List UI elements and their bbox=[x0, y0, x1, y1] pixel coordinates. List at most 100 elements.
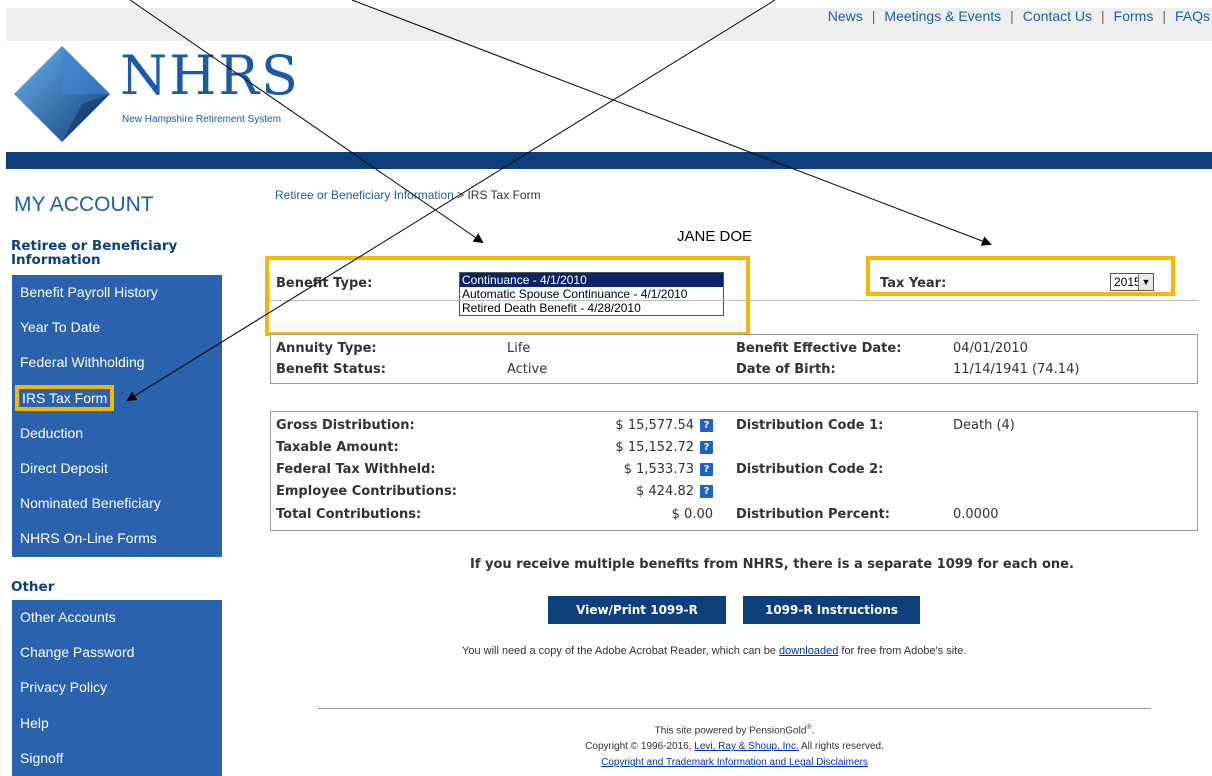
sidebar-item-label: Direct Deposit bbox=[20, 459, 108, 476]
benefit-type-option-selected[interactable]: Continuance - 4/1/2010 bbox=[460, 273, 723, 287]
taxable-amount-label: Taxable Amount: bbox=[276, 440, 399, 455]
tax-year-select[interactable]: 2015 ▼ bbox=[1110, 273, 1154, 291]
powered-by-line: This site powered by PensionGold®. bbox=[318, 720, 1151, 739]
nav-forms-link[interactable]: Forms bbox=[1114, 8, 1154, 24]
powered-by-text: This site powered by PensionGold bbox=[654, 725, 807, 737]
sidebar-item-federal-withholding[interactable]: Federal Withholding bbox=[12, 345, 222, 380]
nav-faqs-link[interactable]: FAQs bbox=[1175, 8, 1210, 24]
sidebar-item-irs-tax-form[interactable]: IRS Tax Form bbox=[12, 381, 222, 416]
benefit-type-option[interactable]: Retired Death Benefit - 4/28/2010 bbox=[460, 301, 723, 315]
sidebar-item-label: Benefit Payroll History bbox=[20, 284, 158, 300]
employee-contributions-value: $ 424.82? bbox=[636, 484, 713, 499]
dob-value: 11/14/1941 (74.14) bbox=[953, 362, 1080, 377]
sidebar-item-signoff[interactable]: Signoff bbox=[12, 741, 222, 776]
sidebar-item-direct-deposit[interactable]: Direct Deposit bbox=[12, 451, 222, 486]
effective-date-label: Benefit Effective Date: bbox=[736, 341, 902, 356]
nhrs-logo[interactable]: NHRS New Hampshire Retirement System bbox=[12, 40, 312, 150]
sidebar-item-help[interactable]: Help bbox=[12, 706, 222, 741]
diamond-logo-icon bbox=[14, 46, 110, 142]
sidebar-menu-retiree: Benefit Payroll History Year To Date Fed… bbox=[12, 275, 222, 557]
annuity-info-box: Annuity Type: Life Benefit Status: Activ… bbox=[270, 334, 1198, 384]
sidebar-item-change-password[interactable]: Change Password bbox=[12, 635, 222, 670]
total-contributions-value: $ 0.00 bbox=[671, 507, 713, 522]
total-contributions-label: Total Contributions: bbox=[276, 507, 422, 522]
logo-subtitle: New Hampshire Retirement System bbox=[122, 114, 281, 125]
sidebar-menu-other: Other Accounts Change Password Privacy P… bbox=[12, 600, 222, 776]
distribution-code1-value: Death (4) bbox=[953, 418, 1015, 433]
sidebar-item-label: Federal Withholding bbox=[20, 354, 145, 371]
sidebar-item-label: Help bbox=[20, 714, 49, 731]
benefit-type-dropdown-list[interactable]: Continuance - 4/1/2010 Automatic Spouse … bbox=[459, 272, 724, 316]
distribution-percent-value: 0.0000 bbox=[953, 507, 999, 522]
annuity-type-label: Annuity Type: bbox=[276, 341, 377, 356]
sidebar-item-other-accounts[interactable]: Other Accounts bbox=[12, 600, 222, 635]
divider bbox=[270, 300, 1198, 301]
taxable-amount: $ 15,152.72 bbox=[615, 440, 694, 455]
1099r-instructions-button[interactable]: 1099-R Instructions bbox=[743, 596, 920, 624]
sidebar: MY ACCOUNT Retiree or Beneficiary Inform… bbox=[6, 169, 231, 776]
sidebar-item-label: IRS Tax Form bbox=[14, 384, 115, 411]
benefit-status-value: Active bbox=[507, 362, 548, 377]
view-print-1099r-button[interactable]: View/Print 1099-R bbox=[548, 596, 726, 624]
nav-news-link[interactable]: News bbox=[828, 8, 863, 24]
effective-date-value: 04/01/2010 bbox=[953, 341, 1028, 356]
tax-year-label: Tax Year: bbox=[880, 276, 947, 291]
acrobat-note-text: You will need a copy of the Adobe Acroba… bbox=[462, 645, 779, 657]
help-icon[interactable]: ? bbox=[700, 419, 713, 432]
dob-label: Date of Birth: bbox=[736, 362, 836, 377]
sidebar-item-label: Privacy Policy bbox=[20, 679, 108, 696]
sidebar-item-label: Year To Date bbox=[20, 319, 101, 336]
copyright-line: Copyright © 1996-2016, Levi, Ray & Shoup… bbox=[318, 739, 1151, 755]
nav-separator: | bbox=[1101, 8, 1105, 24]
sidebar-item-label: Change Password bbox=[20, 644, 135, 661]
nav-separator: | bbox=[871, 8, 876, 24]
benefit-status-label: Benefit Status: bbox=[276, 362, 386, 377]
footer-divider bbox=[318, 708, 1151, 709]
annuity-type-value: Life bbox=[507, 341, 531, 356]
nav-meetings-link[interactable]: Meetings & Events bbox=[884, 8, 1001, 24]
gross-distribution-value: $ 15,577.54? bbox=[615, 418, 713, 433]
benefit-type-option[interactable]: Automatic Spouse Continuance - 4/1/2010 bbox=[460, 287, 723, 301]
nav-contact-link[interactable]: Contact Us bbox=[1023, 8, 1092, 24]
federal-tax-label: Federal Tax Withheld: bbox=[276, 462, 436, 477]
sidebar-item-label: Other Accounts bbox=[20, 609, 116, 625]
sidebar-item-label: Signoff bbox=[20, 749, 64, 766]
sidebar-item-nominated-beneficiary[interactable]: Nominated Beneficiary bbox=[12, 486, 222, 521]
page: News | Meetings & Events | Contact Us | Forms |… bbox=[0, 0, 1212, 776]
help-icon[interactable]: ? bbox=[700, 463, 713, 476]
nav-separator: | bbox=[1010, 8, 1014, 24]
gross-distribution-label: Gross Distribution: bbox=[276, 418, 415, 433]
footer: This site powered by PensionGold®. Copyr… bbox=[318, 720, 1151, 771]
tax-year-value: 2015 bbox=[1114, 275, 1141, 289]
chevron-down-icon[interactable]: ▼ bbox=[1138, 274, 1153, 290]
sidebar-item-privacy-policy[interactable]: Privacy Policy bbox=[12, 670, 222, 705]
breadcrumb: Retiree or Beneficiary Information > IRS… bbox=[275, 188, 541, 202]
sidebar-item-label: NHRS On-Line Forms bbox=[20, 530, 157, 547]
header-band bbox=[6, 152, 1212, 169]
logo-wordmark: NHRS bbox=[120, 44, 300, 107]
acrobat-note-text-end: for free from Adobe's site. bbox=[838, 645, 967, 657]
nav-separator: | bbox=[1162, 8, 1166, 24]
sidebar-item-year-to-date[interactable]: Year To Date bbox=[12, 310, 222, 345]
federal-tax-value: $ 1,533.73? bbox=[624, 462, 713, 477]
sidebar-item-benefit-payroll-history[interactable]: Benefit Payroll History bbox=[12, 275, 222, 310]
copyright-text: Copyright © 1996-2016, bbox=[585, 741, 695, 753]
distribution-code1-label: Distribution Code 1: bbox=[736, 418, 884, 433]
downloaded-link[interactable]: downloaded bbox=[779, 645, 838, 657]
legal-line: Copyright and Trademark Information and … bbox=[318, 755, 1151, 771]
employee-contributions-amount: $ 424.82 bbox=[636, 484, 694, 499]
breadcrumb-current: IRS Tax Form bbox=[467, 188, 541, 202]
breadcrumb-separator: > bbox=[453, 188, 468, 202]
sidebar-item-label: Deduction bbox=[20, 424, 84, 441]
breadcrumb-parent-link[interactable]: Retiree or Beneficiary Information bbox=[275, 188, 454, 202]
sidebar-item-online-forms[interactable]: NHRS On-Line Forms bbox=[12, 521, 222, 556]
powered-by-period: . bbox=[811, 725, 815, 737]
sidebar-item-deduction[interactable]: Deduction bbox=[12, 416, 222, 451]
help-icon[interactable]: ? bbox=[700, 485, 713, 498]
sidebar-section-retiree: Retiree or Beneficiary Information bbox=[11, 238, 178, 268]
distribution-code2-label: Distribution Code 2: bbox=[736, 462, 884, 477]
help-icon[interactable]: ? bbox=[700, 441, 713, 454]
taxable-amount-value: $ 15,152.72? bbox=[615, 440, 713, 455]
legal-disclaimers-link[interactable]: Copyright and Trademark Information and … bbox=[601, 757, 868, 768]
company-link[interactable]: Levi, Ray & Shoup, Inc. bbox=[694, 741, 799, 752]
